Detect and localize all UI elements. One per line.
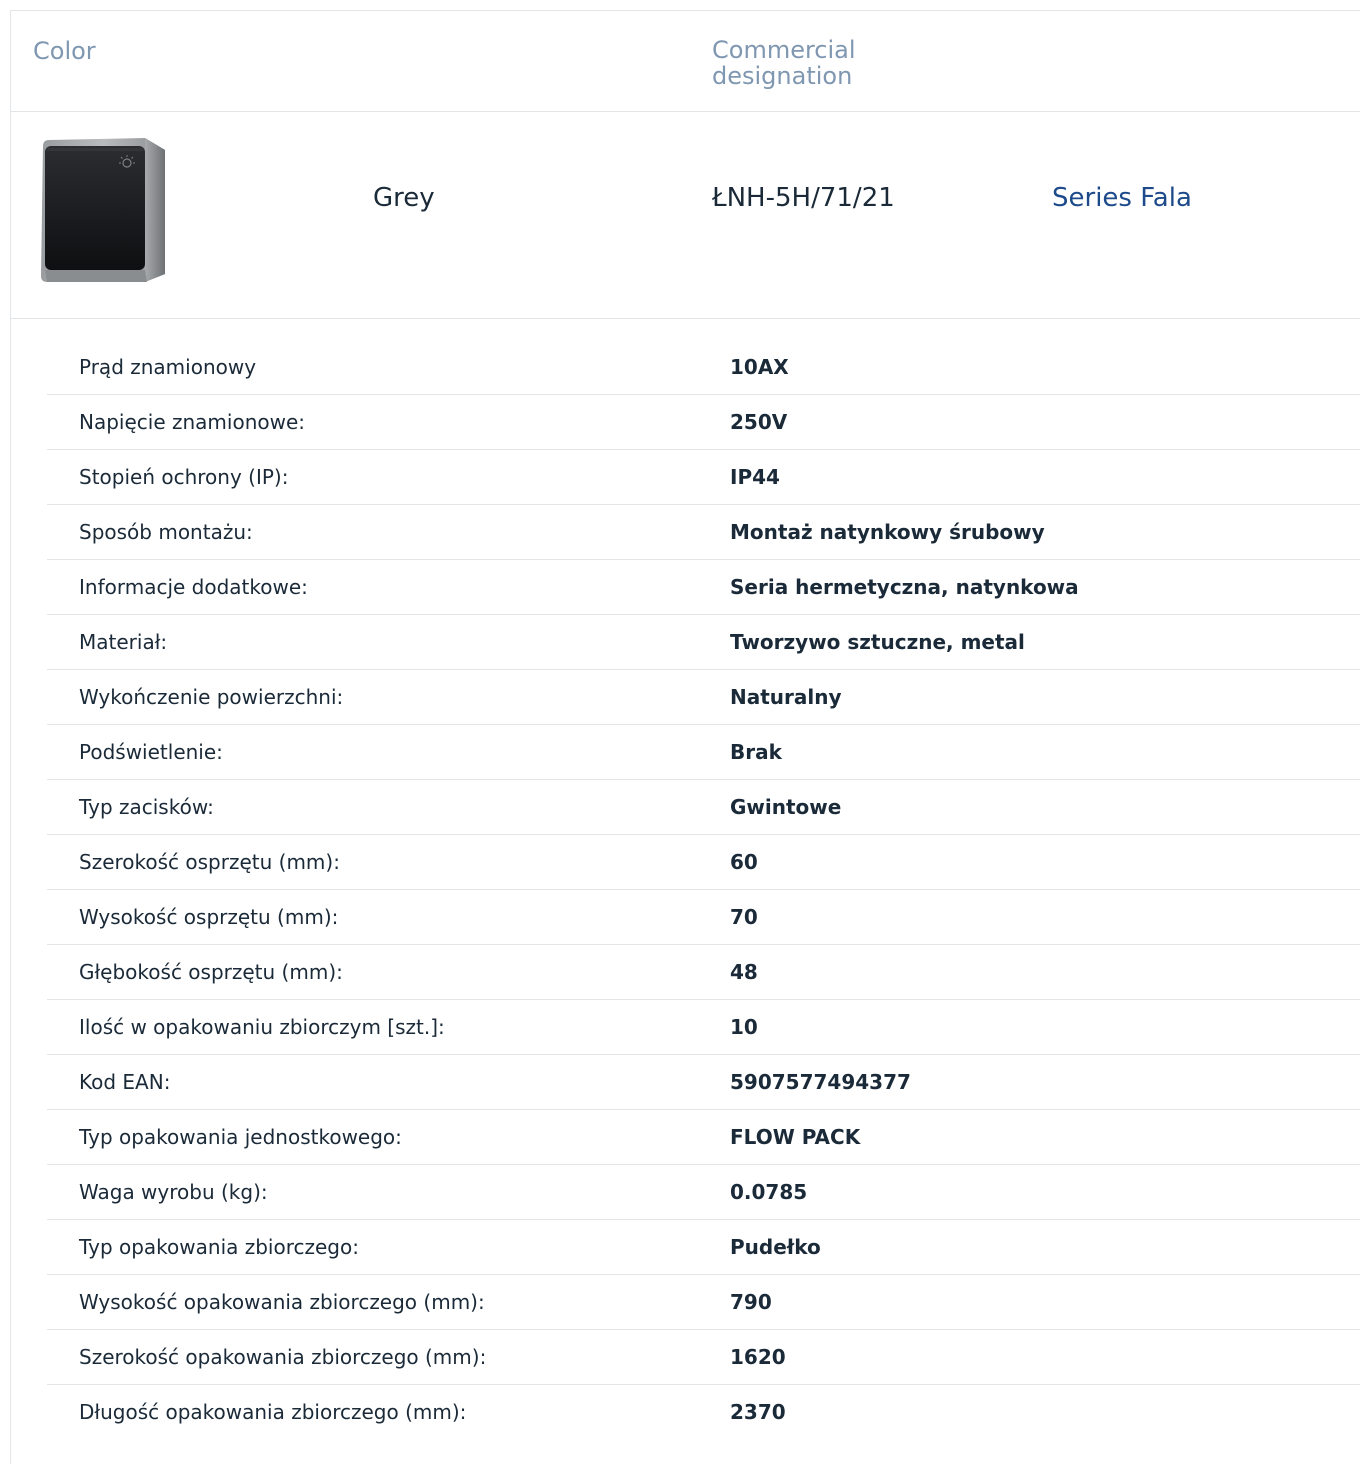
designation-column-header: Commercial designation (712, 36, 856, 90)
spec-value: 10AX (730, 355, 789, 379)
spec-value: 5907577494377 (730, 1070, 911, 1094)
spec-label: Sposób montażu: (79, 520, 253, 544)
spec-value: 250V (730, 410, 788, 434)
spec-label: Prąd znamionowy (79, 355, 257, 379)
spec-label: Szerokość osprzętu (mm): (79, 850, 340, 874)
spec-value: 48 (730, 960, 758, 984)
product-variant-row: Grey ŁNH-5H/71/21 Series Fala (11, 111, 1360, 319)
spec-value: Pudełko (730, 1235, 821, 1259)
spec-value: Brak (730, 740, 782, 764)
table-row: Napięcie znamionowe: 250V (47, 395, 1360, 450)
table-row: Szerokość opakowania zbiorczego (mm): 162… (47, 1330, 1360, 1385)
spec-label: Informacje dodatkowe: (79, 575, 308, 599)
product-designation: ŁNH-5H/71/21 (712, 183, 895, 213)
spec-label: Napięcie znamionowe: (79, 410, 306, 434)
spec-value: Montaż natynkowy śrubowy (730, 520, 1045, 544)
spec-label: Kod EAN: (79, 1070, 171, 1094)
table-row: Głębokość osprzętu (mm): 48 (47, 945, 1360, 1000)
table-row: Ilość w opakowaniu zbiorczym [szt.]: 10 (47, 1000, 1360, 1055)
table-row: Prąd znamionowy 10AX (47, 340, 1360, 395)
spec-label: Podświetlenie: (79, 740, 223, 764)
spec-value: IP44 (730, 465, 780, 489)
table-row: Typ zacisków: Gwintowe (47, 780, 1360, 835)
table-row: Typ opakowania zbiorczego: Pudełko (47, 1220, 1360, 1275)
spec-label: Typ opakowania zbiorczego: (79, 1235, 359, 1259)
spec-value: 0.0785 (730, 1180, 808, 1204)
table-row: Podświetlenie: Brak (47, 725, 1360, 780)
table-row: Informacje dodatkowe: Seria hermetyczna, … (47, 560, 1360, 615)
table-row: Typ opakowania jednostkowego: FLOW PACK (47, 1110, 1360, 1165)
spec-label: Materiał: (79, 630, 168, 654)
table-header-row: Color Commercial designation (11, 11, 1360, 112)
spec-value: Seria hermetyczna, natynkowa (730, 575, 1079, 599)
table-row: Sposób montażu: Montaż natynkowy śrubowy (47, 505, 1360, 560)
light-switch-icon (37, 136, 167, 284)
spec-value: 10 (730, 1015, 758, 1039)
spec-value: 790 (730, 1290, 772, 1314)
product-variant-panel: Color Commercial designation Grey ŁNH-5H… (10, 10, 1360, 1464)
spec-value: 1620 (730, 1345, 786, 1369)
product-color: Grey (373, 183, 435, 213)
spec-label: Wykończenie powierzchni: (79, 685, 344, 709)
spec-label: Szerokość opakowania zbiorczego (mm): (79, 1345, 487, 1369)
table-row: Kod EAN: 5907577494377 (47, 1055, 1360, 1110)
spec-label: Wysokość osprzętu (mm): (79, 905, 339, 929)
table-row: Stopień ochrony (IP): IP44 (47, 450, 1360, 505)
spec-label: Waga wyrobu (kg): (79, 1180, 268, 1204)
table-row: Wykończenie powierzchni: Naturalny (47, 670, 1360, 725)
table-row: Wysokość osprzętu (mm): 70 (47, 890, 1360, 945)
spec-label: Głębokość osprzętu (mm): (79, 960, 343, 984)
spec-label: Długość opakowania zbiorczego (mm): (79, 1400, 467, 1424)
specification-table: Prąd znamionowy 10AX Napięcie znamionowe: 2… (47, 340, 1360, 1440)
table-row: Długość opakowania zbiorczego (mm): 2370 (47, 1385, 1360, 1440)
table-row: Szerokość osprzętu (mm): 60 (47, 835, 1360, 890)
color-column-header: Color (33, 37, 96, 65)
table-row: Materiał: Tworzywo sztuczne, metal (47, 615, 1360, 670)
table-row: Wysokość opakowania zbiorczego (mm): 790 (47, 1275, 1360, 1330)
spec-label: Stopień ochrony (IP): (79, 465, 289, 489)
spec-value: 70 (730, 905, 758, 929)
spec-value: 2370 (730, 1400, 786, 1424)
spec-label: Ilość w opakowaniu zbiorczym [szt.]: (79, 1015, 445, 1039)
spec-label: Wysokość opakowania zbiorczego (mm): (79, 1290, 485, 1314)
table-row: Waga wyrobu (kg): 0.0785 (47, 1165, 1360, 1220)
spec-value: Gwintowe (730, 795, 842, 819)
spec-label: Typ opakowania jednostkowego: (79, 1125, 402, 1149)
series-link[interactable]: Series Fala (1052, 183, 1192, 213)
spec-label: Typ zacisków: (79, 795, 214, 819)
spec-value: Tworzywo sztuczne, metal (730, 630, 1025, 654)
spec-value: FLOW PACK (730, 1125, 861, 1149)
spec-value: Naturalny (730, 685, 842, 709)
spec-value: 60 (730, 850, 758, 874)
